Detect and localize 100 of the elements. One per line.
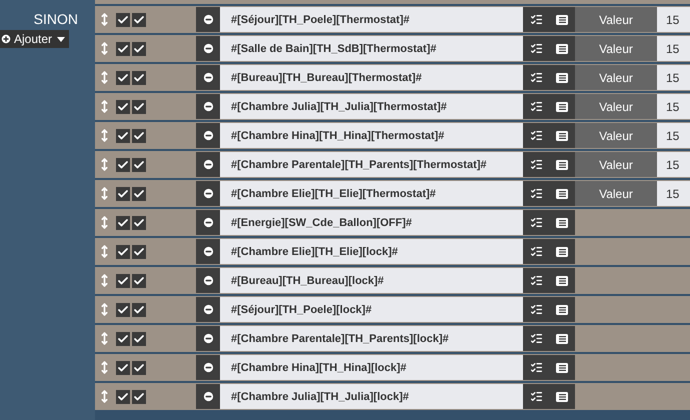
list-checks-icon[interactable] bbox=[530, 158, 543, 171]
remove-button[interactable] bbox=[196, 152, 220, 177]
checkbox[interactable] bbox=[132, 128, 146, 142]
expression-field[interactable]: #[Chambre Hina][TH_Hina][lock]# bbox=[220, 355, 523, 380]
list-checks-icon[interactable] bbox=[530, 42, 543, 55]
checkbox[interactable] bbox=[132, 360, 146, 374]
expression-field[interactable]: #[Chambre Julia][TH_Julia][lock]# bbox=[220, 384, 523, 409]
value-label: Valeur bbox=[575, 152, 657, 177]
list-checks-icon[interactable] bbox=[530, 332, 543, 345]
expression-field[interactable]: #[Chambre Parentale][TH_Parents][Thermostat]# bbox=[220, 152, 523, 177]
expression-field[interactable]: #[Chambre Elie][TH_Elie][Thermostat]# bbox=[220, 181, 523, 206]
checkbox[interactable] bbox=[116, 70, 130, 84]
list-checks-icon[interactable] bbox=[530, 361, 543, 374]
list-checks-icon[interactable] bbox=[530, 100, 543, 113]
remove-button[interactable] bbox=[196, 384, 220, 409]
table-icon[interactable] bbox=[556, 276, 568, 286]
checkbox[interactable] bbox=[116, 12, 130, 26]
table-icon[interactable] bbox=[556, 304, 568, 314]
table-icon[interactable] bbox=[556, 246, 568, 256]
value-field[interactable]: 15 bbox=[657, 152, 690, 177]
checkbox[interactable] bbox=[116, 216, 130, 230]
list-checks-icon[interactable] bbox=[530, 187, 543, 200]
list-checks-icon[interactable] bbox=[530, 216, 543, 229]
checkbox[interactable] bbox=[132, 244, 146, 258]
remove-button[interactable] bbox=[196, 355, 220, 380]
expression-field[interactable]: #[Chambre Elie][TH_Elie][lock]# bbox=[220, 239, 523, 264]
table-icon[interactable] bbox=[556, 14, 568, 24]
expression-field[interactable]: #[Chambre Julia][TH_Julia][Thermostat]# bbox=[220, 94, 523, 119]
checkbox[interactable] bbox=[132, 274, 146, 288]
table-icon[interactable] bbox=[556, 160, 568, 170]
checkbox[interactable] bbox=[116, 274, 130, 288]
list-checks-icon[interactable] bbox=[530, 390, 543, 403]
checkbox[interactable] bbox=[132, 158, 146, 172]
value-field[interactable]: 15 bbox=[657, 65, 690, 90]
minus-icon bbox=[202, 158, 214, 171]
table-icon[interactable] bbox=[556, 72, 568, 82]
list-checks-icon[interactable] bbox=[530, 71, 543, 84]
checkbox[interactable] bbox=[132, 42, 146, 56]
remove-button[interactable] bbox=[196, 65, 220, 90]
remove-button[interactable] bbox=[196, 36, 220, 61]
remove-button[interactable] bbox=[196, 7, 220, 32]
list-checks-icon[interactable] bbox=[530, 13, 543, 26]
checkbox[interactable] bbox=[132, 302, 146, 316]
expression-field[interactable]: #[Energie][SW_Cde_Ballon][OFF]# bbox=[220, 210, 523, 235]
checkbox[interactable] bbox=[116, 244, 130, 258]
checkbox[interactable] bbox=[132, 332, 146, 346]
checkbox[interactable] bbox=[116, 186, 130, 200]
checkbox[interactable] bbox=[116, 100, 130, 114]
checkbox[interactable] bbox=[132, 186, 146, 200]
remove-button[interactable] bbox=[196, 94, 220, 119]
table-icon[interactable] bbox=[556, 392, 568, 402]
expression-field[interactable]: #[Chambre Parentale][TH_Parents][lock]# bbox=[220, 326, 523, 351]
expression-field[interactable]: #[Salle de Bain][TH_SdB][Thermostat]# bbox=[220, 36, 523, 61]
value-field[interactable]: 15 bbox=[657, 36, 690, 61]
value-field[interactable]: 15 bbox=[657, 94, 690, 119]
list-checks-icon[interactable] bbox=[530, 274, 543, 287]
expression-field[interactable]: #[Bureau][TH_Bureau][lock]# bbox=[220, 268, 523, 293]
checkbox[interactable] bbox=[132, 390, 146, 404]
table-icon[interactable] bbox=[556, 188, 568, 198]
value-field[interactable]: 15 bbox=[657, 7, 690, 32]
list-checks-icon[interactable] bbox=[530, 303, 543, 316]
checkbox[interactable] bbox=[132, 70, 146, 84]
remove-button[interactable] bbox=[196, 326, 220, 351]
value-label: Valeur bbox=[575, 123, 657, 148]
minus-icon bbox=[202, 42, 214, 55]
table-icon[interactable] bbox=[556, 218, 568, 228]
table-icon[interactable] bbox=[556, 130, 568, 140]
minus-icon bbox=[202, 303, 214, 316]
minus-icon bbox=[202, 13, 214, 26]
checkbox[interactable] bbox=[116, 360, 130, 374]
value-label: Valeur bbox=[575, 36, 657, 61]
checkbox[interactable] bbox=[116, 42, 130, 56]
checkbox[interactable] bbox=[116, 128, 130, 142]
remove-button[interactable] bbox=[196, 239, 220, 264]
checkbox[interactable] bbox=[116, 332, 130, 346]
checkbox[interactable] bbox=[116, 158, 130, 172]
value-label: Valeur bbox=[575, 65, 657, 90]
checkbox[interactable] bbox=[116, 390, 130, 404]
list-checks-icon[interactable] bbox=[530, 245, 543, 258]
expression-field[interactable]: #[Séjour][TH_Poele][lock]# bbox=[220, 297, 523, 322]
table-icon[interactable] bbox=[556, 362, 568, 372]
remove-button[interactable] bbox=[196, 210, 220, 235]
list-checks-icon[interactable] bbox=[530, 129, 543, 142]
checkbox[interactable] bbox=[132, 12, 146, 26]
expression-field[interactable]: #[Séjour][TH_Poele][Thermostat]# bbox=[220, 7, 523, 32]
table-icon[interactable] bbox=[556, 334, 568, 344]
table-icon[interactable] bbox=[556, 102, 568, 112]
value-field[interactable]: 15 bbox=[657, 181, 690, 206]
remove-button[interactable] bbox=[196, 268, 220, 293]
checkbox[interactable] bbox=[132, 100, 146, 114]
remove-button[interactable] bbox=[196, 123, 220, 148]
remove-button[interactable] bbox=[196, 297, 220, 322]
expression-field[interactable]: #[Bureau][TH_Bureau][Thermostat]# bbox=[220, 65, 523, 90]
remove-button[interactable] bbox=[196, 181, 220, 206]
add-button[interactable]: Ajouter bbox=[0, 30, 70, 48]
checkbox[interactable] bbox=[132, 216, 146, 230]
value-field[interactable]: 15 bbox=[657, 123, 690, 148]
checkbox[interactable] bbox=[116, 302, 130, 316]
expression-field[interactable]: #[Chambre Hina][TH_Hina][Thermostat]# bbox=[220, 123, 523, 148]
table-icon[interactable] bbox=[556, 44, 568, 54]
